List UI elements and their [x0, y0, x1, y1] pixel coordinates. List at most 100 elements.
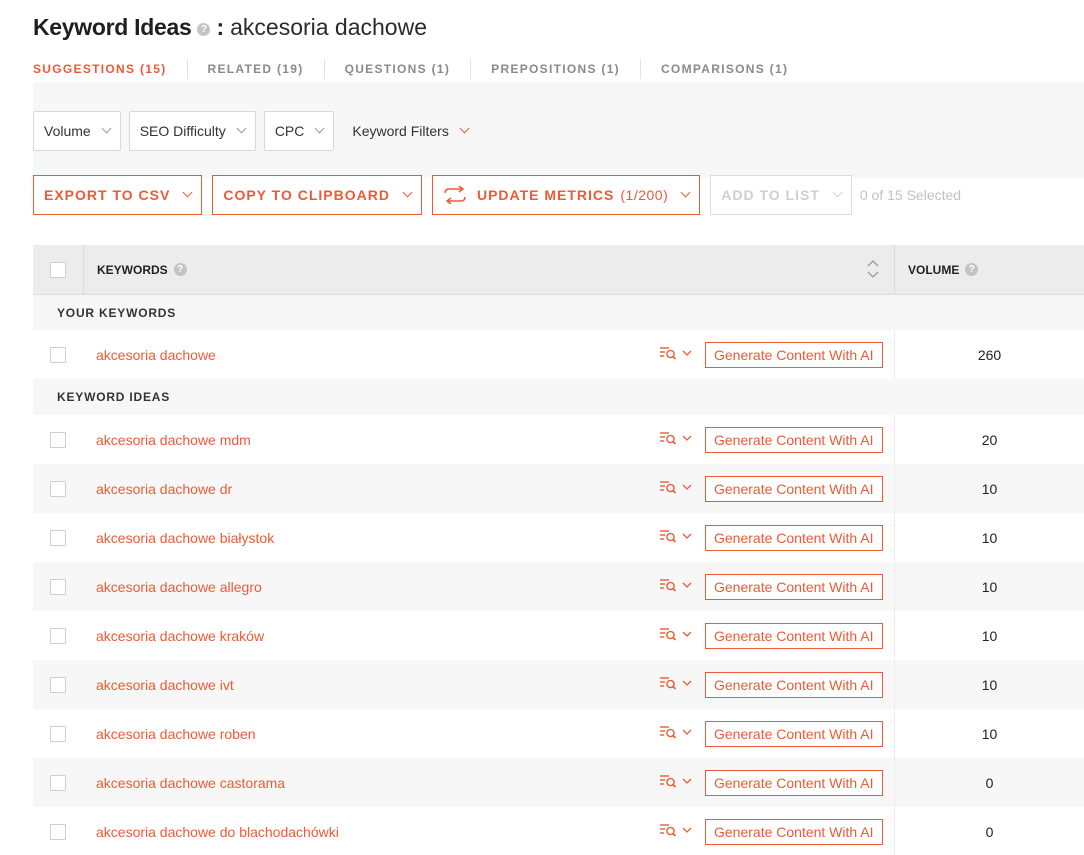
table-row: akcesoria dachowe roben Generate Content…: [33, 709, 1084, 758]
keywords-column-header[interactable]: KEYWORDS ?: [83, 245, 894, 294]
sort-icon[interactable]: [867, 259, 879, 279]
cpc-filter-label: CPC: [274, 123, 305, 139]
volume-value: 0: [894, 807, 1084, 855]
generate-content-button[interactable]: Generate Content With AI: [705, 427, 883, 453]
serp-analysis-icon[interactable]: [660, 823, 692, 837]
add-to-list-button[interactable]: ADD TO LIST: [710, 175, 852, 215]
keyword-link[interactable]: akcesoria dachowe białystok: [96, 530, 274, 546]
keyword-link[interactable]: akcesoria dachowe: [96, 347, 216, 363]
tab-related[interactable]: RELATED (19): [186, 59, 324, 79]
chevron-down-icon: [101, 123, 112, 134]
keyword-link[interactable]: akcesoria dachowe dr: [96, 481, 232, 497]
page-title: Keyword Ideas ? : akcesoria dachowe: [33, 12, 427, 42]
keyword-link[interactable]: akcesoria dachowe do blachodachówki: [96, 824, 339, 840]
generate-content-button[interactable]: Generate Content With AI: [705, 721, 883, 747]
serp-analysis-icon[interactable]: [660, 578, 692, 592]
keyword-link[interactable]: akcesoria dachowe castorama: [96, 775, 285, 791]
row-checkbox[interactable]: [50, 676, 66, 693]
chevron-down-icon: [182, 187, 193, 198]
keyword-filters-dropdown[interactable]: Keyword Filters: [342, 123, 470, 139]
generate-content-button[interactable]: Generate Content With AI: [705, 525, 883, 551]
row-checkbox[interactable]: [50, 578, 66, 595]
cpc-filter-dropdown[interactable]: CPC: [263, 111, 335, 151]
chevron-down-icon: [459, 123, 470, 134]
volume-filter-dropdown[interactable]: Volume: [33, 111, 121, 151]
serp-analysis-icon[interactable]: [660, 676, 692, 690]
serp-analysis-icon[interactable]: [660, 774, 692, 788]
serp-analysis-icon[interactable]: [660, 529, 692, 543]
volume-column-header[interactable]: VOLUME ?: [894, 245, 1084, 294]
serp-analysis-icon[interactable]: [660, 480, 692, 494]
tab-questions[interactable]: QUESTIONS (1): [323, 59, 471, 79]
keyword-link[interactable]: akcesoria dachowe ivt: [96, 677, 234, 693]
help-icon[interactable]: ?: [197, 23, 211, 36]
keyword-link[interactable]: akcesoria dachowe roben: [96, 726, 256, 742]
volume-value: 20: [894, 415, 1084, 464]
search-query: akcesoria dachowe: [230, 13, 428, 40]
volume-value: 260: [894, 330, 1084, 379]
copy-clipboard-button[interactable]: COPY TO CLIPBOARD: [212, 175, 422, 215]
page-title-text: Keyword Ideas: [33, 13, 192, 40]
volume-value: 10: [894, 513, 1084, 562]
result-tabs: SUGGESTIONS (15) RELATED (19) QUESTIONS …: [33, 58, 808, 80]
row-checkbox[interactable]: [50, 529, 66, 546]
keyword-filters-label: Keyword Filters: [352, 123, 449, 139]
bulk-actions: EXPORT TO CSV COPY TO CLIPBOARD UPDATE M…: [33, 175, 961, 215]
table-row: akcesoria dachowe Generate Content With …: [33, 330, 1084, 379]
chevron-down-icon: [314, 123, 325, 134]
generate-content-button[interactable]: Generate Content With AI: [705, 819, 883, 845]
generate-content-button[interactable]: Generate Content With AI: [705, 770, 883, 796]
add-to-list-label: ADD TO LIST: [721, 187, 820, 203]
table-row: akcesoria dachowe ivt Generate Content W…: [33, 660, 1084, 709]
chevron-down-icon: [832, 187, 843, 198]
row-checkbox[interactable]: [50, 346, 66, 363]
row-checkbox[interactable]: [50, 480, 66, 497]
export-csv-button[interactable]: EXPORT TO CSV: [33, 175, 203, 215]
table-row: akcesoria dachowe do blachodachówki Gene…: [33, 807, 1084, 855]
volume-value: 10: [894, 464, 1084, 513]
row-checkbox[interactable]: [50, 725, 66, 742]
help-icon[interactable]: ?: [173, 263, 187, 276]
row-checkbox[interactable]: [50, 627, 66, 644]
row-checkbox[interactable]: [50, 431, 66, 448]
update-metrics-button[interactable]: UPDATE METRICS (1/200): [431, 175, 701, 215]
chevron-down-icon: [680, 187, 691, 198]
sync-icon: [443, 186, 467, 204]
seo-difficulty-filter-label: SEO Difficulty: [139, 123, 226, 139]
volume-value: 0: [894, 758, 1084, 807]
update-metrics-count: (1/200): [620, 187, 669, 203]
generate-content-button[interactable]: Generate Content With AI: [705, 623, 883, 649]
keywords-column-label: KEYWORDS: [97, 262, 168, 277]
table-row: akcesoria dachowe allegro Generate Conte…: [33, 562, 1084, 611]
tab-comparisons[interactable]: COMPARISONS (1): [639, 59, 808, 79]
generate-content-button[interactable]: Generate Content With AI: [705, 574, 883, 600]
keyword-link[interactable]: akcesoria dachowe mdm: [96, 432, 251, 448]
generate-content-button[interactable]: Generate Content With AI: [705, 672, 883, 698]
tab-prepositions[interactable]: PREPOSITIONS (1): [470, 59, 640, 79]
volume-value: 10: [894, 562, 1084, 611]
generate-content-button[interactable]: Generate Content With AI: [705, 476, 883, 502]
tab-suggestions[interactable]: SUGGESTIONS (15): [33, 59, 187, 79]
volume-value: 10: [894, 709, 1084, 758]
serp-analysis-icon[interactable]: [660, 627, 692, 641]
group-label-your-keywords: YOUR KEYWORDS: [33, 295, 1084, 330]
seo-difficulty-filter-dropdown[interactable]: SEO Difficulty: [128, 111, 256, 151]
update-metrics-label: UPDATE METRICS: [476, 187, 615, 203]
generate-content-button[interactable]: Generate Content With AI: [705, 342, 883, 368]
help-icon[interactable]: ?: [965, 263, 979, 276]
selection-count: 0 of 15 Selected: [859, 187, 962, 203]
row-checkbox[interactable]: [50, 823, 66, 840]
row-checkbox[interactable]: [50, 774, 66, 791]
volume-value: 10: [894, 611, 1084, 660]
table-row: akcesoria dachowe białystok Generate Con…: [33, 513, 1084, 562]
keyword-link[interactable]: akcesoria dachowe kraków: [96, 628, 264, 644]
table-row: akcesoria dachowe mdm Generate Content W…: [33, 415, 1084, 464]
table-row: akcesoria dachowe dr Generate Content Wi…: [33, 464, 1084, 513]
serp-analysis-icon[interactable]: [660, 346, 692, 360]
table-row: akcesoria dachowe castorama Generate Con…: [33, 758, 1084, 807]
serp-analysis-icon[interactable]: [660, 725, 692, 739]
select-all-checkbox[interactable]: [50, 261, 66, 278]
serp-analysis-icon[interactable]: [660, 431, 692, 445]
chevron-down-icon: [236, 123, 247, 134]
keyword-link[interactable]: akcesoria dachowe allegro: [96, 579, 262, 595]
